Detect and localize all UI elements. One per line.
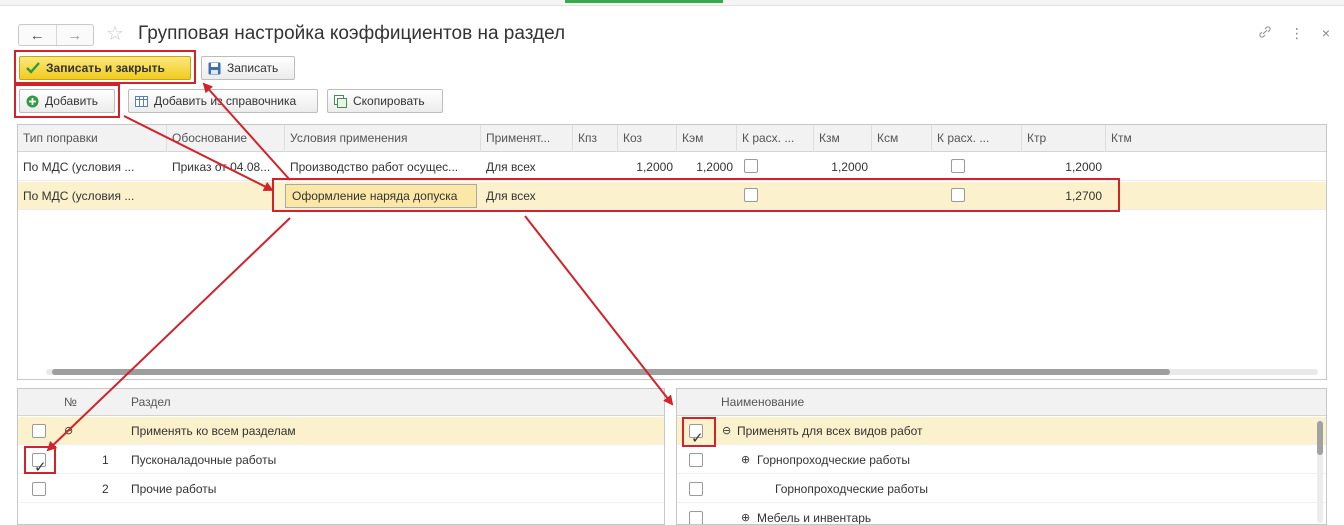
conditions-cell[interactable]: Производство работ осущес...	[285, 153, 481, 181]
save-and-close-button[interactable]: Записать и закрыть	[19, 56, 191, 80]
list-item[interactable]: ⊕ Горнопроходческие работы	[677, 446, 1326, 474]
checkmark-icon	[26, 62, 40, 74]
add-label: Добавить	[45, 94, 99, 108]
add-from-reference-label: Добавить из справочника	[154, 94, 297, 108]
section-column-header[interactable]: Раздел	[131, 389, 171, 416]
scrollbar-thumb[interactable]	[52, 369, 1170, 375]
list-item[interactable]: ✓ 1 Пусконаладочные работы	[18, 446, 664, 476]
forward-arrow-icon[interactable]: →	[55, 25, 94, 45]
section-name: Прочие работы	[131, 482, 217, 496]
column-header[interactable]: Кзм	[814, 125, 872, 152]
horizontal-scrollbar[interactable]	[46, 369, 1318, 375]
section-number: 1	[102, 453, 109, 467]
table-icon	[135, 95, 148, 107]
rash2-checkbox[interactable]	[951, 188, 965, 202]
applies-cell[interactable]: Для всех	[481, 153, 573, 181]
name-column-header[interactable]: Наименование	[721, 389, 804, 416]
work-type-checkbox[interactable]	[689, 511, 703, 524]
type-cell[interactable]: По МДС (условия ...	[18, 182, 167, 210]
rash2-checkbox[interactable]	[951, 159, 965, 173]
favorite-star-icon[interactable]: ☆	[106, 21, 124, 46]
table-header: Тип поправки Обоснование Условия примене…	[18, 125, 1326, 152]
work-type-checkbox[interactable]	[689, 453, 703, 467]
basis-cell[interactable]: Приказ от 04.08...	[167, 153, 285, 181]
collapse-icon[interactable]: ⊖	[722, 417, 731, 445]
section-checkbox[interactable]	[32, 482, 46, 496]
work-type-name: Горнопроходческие работы	[775, 482, 928, 496]
copy-label: Скопировать	[353, 94, 425, 108]
ktr-cell[interactable]: 1,2700	[1022, 182, 1106, 210]
column-header[interactable]: Условия применения	[285, 125, 481, 152]
work-types-panel: Наименование ✓ ⊖ Применять для всех видо…	[676, 388, 1327, 525]
title-actions: ⋮ ×	[1258, 25, 1330, 42]
column-header[interactable]: Тип поправки	[18, 125, 167, 152]
column-header[interactable]: Коз	[618, 125, 677, 152]
add-button[interactable]: Добавить	[19, 89, 115, 113]
section-checkbox[interactable]	[32, 424, 46, 438]
list-item[interactable]: ⊖ Применять ко всем разделам	[18, 417, 664, 445]
list-item[interactable]: Горнопроходческие работы	[677, 475, 1326, 503]
copy-icon	[334, 94, 347, 108]
list-item[interactable]: 2 Прочие работы	[18, 475, 664, 503]
column-header[interactable]: Обоснование	[167, 125, 285, 152]
kem-cell[interactable]: 1,2000	[677, 153, 737, 181]
floppy-disk-icon	[208, 62, 221, 75]
close-icon[interactable]: ×	[1322, 25, 1330, 42]
save-and-close-label: Записать и закрыть	[46, 61, 165, 75]
save-label: Записать	[227, 61, 279, 75]
section-name: Применять ко всем разделам	[131, 424, 296, 438]
plus-circle-icon	[26, 95, 39, 108]
work-type-checkbox[interactable]	[689, 482, 703, 496]
kzm-cell[interactable]: 1,2000	[814, 153, 872, 181]
work-type-name: Применять для всех видов работ	[737, 424, 923, 438]
scrollbar-thumb[interactable]	[1317, 421, 1323, 455]
type-cell[interactable]: По МДС (условия ...	[18, 153, 167, 181]
collapse-icon[interactable]: ⊖	[64, 417, 73, 445]
list-item[interactable]: ⊕ Мебель и инвентарь	[677, 504, 1326, 525]
applies-cell[interactable]: Для всех	[481, 182, 573, 210]
work-type-checkbox-checked[interactable]: ✓	[689, 424, 704, 447]
ktr-cell[interactable]: 1,2000	[1022, 153, 1106, 181]
rash1-checkbox[interactable]	[744, 159, 758, 173]
add-from-reference-button[interactable]: Добавить из справочника	[128, 89, 318, 113]
expand-icon[interactable]: ⊕	[741, 446, 750, 474]
expand-icon[interactable]: ⊕	[741, 504, 750, 524]
section-name: Пусконаладочные работы	[131, 453, 277, 467]
koz-cell[interactable]: 1,2000	[618, 153, 677, 181]
column-header[interactable]: Кэм	[677, 125, 737, 152]
sections-header: № Раздел	[18, 389, 664, 416]
work-type-name: Горнопроходческие работы	[757, 453, 910, 467]
work-types-header: Наименование	[677, 389, 1326, 416]
navigation-buttons: ← →	[18, 24, 94, 46]
sections-panel: № Раздел ⊖ Применять ко всем разделам ✓ …	[17, 388, 665, 525]
column-header[interactable]: Ктм	[1106, 125, 1326, 152]
save-button[interactable]: Записать	[201, 56, 295, 80]
column-header[interactable]: К расх. ...	[932, 125, 1022, 152]
work-type-name: Мебель и инвентарь	[757, 511, 872, 525]
number-column-header[interactable]: №	[64, 389, 77, 416]
browser-top-strip	[0, 0, 1344, 6]
link-icon[interactable]	[1258, 25, 1272, 42]
active-tab-indicator	[565, 0, 723, 3]
vertical-scrollbar[interactable]	[1316, 419, 1324, 523]
section-number: 2	[102, 482, 109, 496]
more-menu-icon[interactable]: ⋮	[1290, 25, 1304, 42]
back-arrow-icon[interactable]: ←	[19, 25, 56, 45]
title-bar: ← → ☆ Групповая настройка коэффициентов …	[14, 20, 1330, 50]
table-row[interactable]: По МДС (условия ... Приказ от 04.08... П…	[18, 153, 1326, 181]
coefficients-table: Тип поправки Обоснование Условия примене…	[17, 124, 1327, 380]
column-header[interactable]: Ктр	[1022, 125, 1106, 152]
column-header[interactable]: Применят...	[481, 125, 573, 152]
column-header[interactable]: Кпз	[573, 125, 618, 152]
conditions-cell-editing[interactable]: Оформление наряда допуска	[285, 184, 477, 208]
table-row-selected[interactable]: По МДС (условия ... Оформление наряда до…	[18, 182, 1326, 210]
window-title: Групповая настройка коэффициентов на раз…	[138, 23, 566, 44]
section-checkbox-checked[interactable]: ✓	[32, 453, 47, 476]
column-header[interactable]: Ксм	[872, 125, 932, 152]
column-header[interactable]: К расх. ...	[737, 125, 814, 152]
rash1-checkbox[interactable]	[744, 188, 758, 202]
list-item[interactable]: ✓ ⊖ Применять для всех видов работ	[677, 417, 1326, 447]
copy-button[interactable]: Скопировать	[327, 89, 443, 113]
